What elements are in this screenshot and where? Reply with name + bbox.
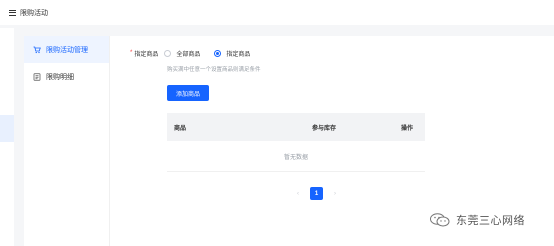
radio-checked-icon[interactable] — [214, 49, 222, 57]
next-page-icon[interactable]: › — [329, 188, 341, 200]
sidebar-item-limit-activity[interactable]: 限购活动管理 — [24, 36, 109, 63]
list-icon — [33, 72, 41, 81]
goods-table: 商品 参与库存 操作 暂无数据 — [167, 113, 425, 172]
page-number-button[interactable]: 1 — [310, 187, 323, 200]
watermark: 东莞三心网络 — [430, 212, 525, 228]
watermark-text: 东莞三心网络 — [456, 215, 525, 227]
empty-state: 暂无数据 — [167, 141, 425, 172]
column-header-goods: 商品 — [174, 125, 187, 132]
pagination: ‹ 1 › — [292, 187, 341, 200]
column-header-stock: 参与库存 — [312, 125, 337, 132]
wechat-logo-icon — [430, 213, 450, 227]
sidebar-item-label: 限购明细 — [46, 73, 74, 81]
prev-page-icon[interactable]: ‹ — [292, 188, 304, 200]
required-mark: * — [130, 50, 133, 56]
sub-sidebar: 限购活动管理 限购明细 — [24, 36, 110, 246]
sidebar-item-label: 限购活动管理 — [46, 46, 88, 54]
sidebar-item-limit-details[interactable]: 限购明细 — [24, 63, 109, 90]
page-title: 限购活动 — [20, 9, 48, 17]
table-header: 商品 参与库存 操作 — [167, 113, 425, 141]
add-goods-button[interactable]: 添加商品 — [167, 85, 209, 101]
left-rail-selected-item[interactable] — [0, 115, 14, 142]
radio-specified-goods[interactable]: 指定商品 — [214, 49, 250, 58]
cart-icon — [33, 46, 41, 54]
top-bar: 限购活动 — [0, 0, 554, 25]
radio-label: 指定商品 — [226, 51, 251, 58]
radio-circle-icon[interactable] — [164, 49, 172, 57]
left-rail — [0, 28, 14, 246]
radio-label: 全部商品 — [176, 51, 201, 58]
radio-all-goods[interactable]: 全部商品 — [164, 49, 200, 58]
goods-scope-field: * 指定商品 全部商品 指定商品 — [130, 48, 264, 58]
column-header-actions: 操作 — [401, 125, 414, 132]
menu-icon[interactable] — [9, 9, 16, 16]
field-hint: 购买满中任意一个设置商品则满足条件 — [167, 67, 261, 73]
field-label: 指定商品 — [134, 51, 159, 58]
